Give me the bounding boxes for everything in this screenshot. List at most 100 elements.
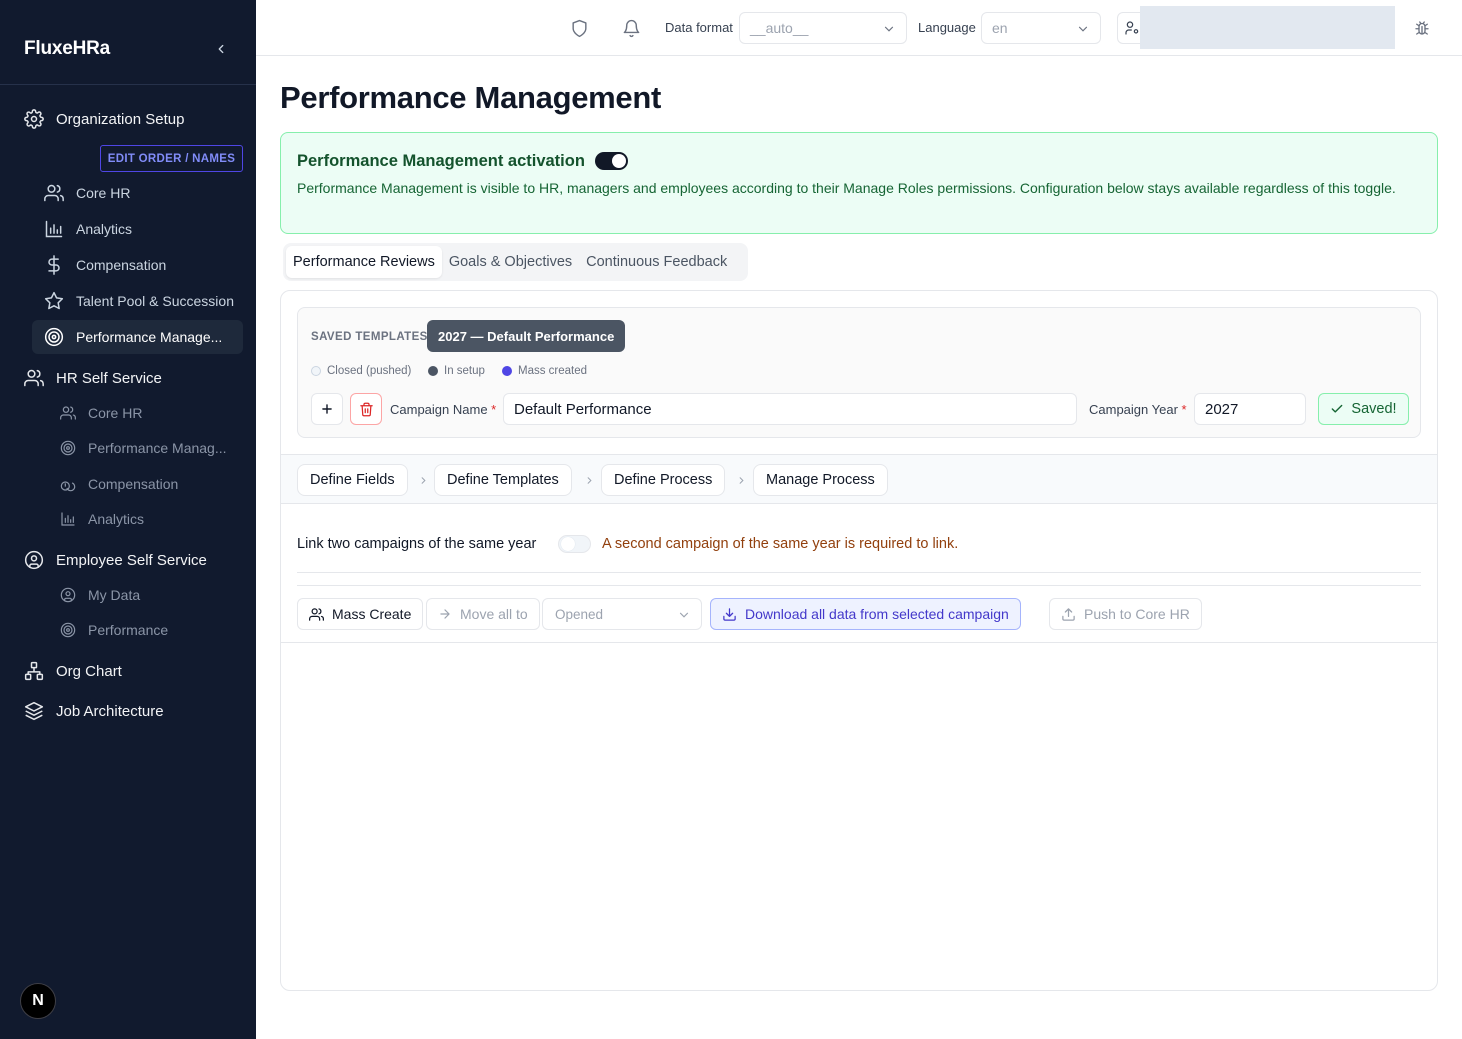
- user-settings-icon: [1125, 21, 1139, 35]
- sidebar-subitem-hr-compensation[interactable]: Compensation: [60, 473, 178, 495]
- security-button[interactable]: [568, 17, 590, 39]
- step-manage-process[interactable]: Manage Process: [753, 464, 888, 496]
- link-campaigns-label: Link two campaigns of the same year: [297, 536, 537, 552]
- process-steps: Define Fields Define Templates Define Pr…: [281, 454, 1437, 504]
- bell-icon: [623, 19, 639, 37]
- activation-description: Performance Management is visible to HR,…: [297, 180, 1396, 196]
- sidebar-subitem-ess-performance[interactable]: Performance: [60, 619, 168, 641]
- move-all-to-label: Move all to: [460, 606, 528, 622]
- status-select-value: Opened: [555, 606, 604, 622]
- step-define-fields[interactable]: Define Fields: [297, 464, 408, 496]
- sidebar-subitem-my-data[interactable]: My Data: [60, 584, 140, 606]
- topbar: Data format __auto__ Language en: [256, 0, 1462, 56]
- arrow-right-icon: [440, 609, 450, 619]
- legend-in-setup: In setup: [428, 365, 485, 377]
- org-chart-icon: [24, 661, 44, 681]
- page-title: Performance Management: [280, 80, 662, 115]
- sidebar-section-label: HR Self Service: [56, 369, 162, 387]
- layers-icon: [24, 701, 44, 721]
- sidebar: FluxeHRa Organization Setup EDIT ORDER /…: [0, 0, 256, 1039]
- language-select[interactable]: en: [981, 12, 1101, 44]
- saved-button[interactable]: Saved!: [1318, 393, 1409, 425]
- link-campaigns-toggle[interactable]: [558, 535, 591, 553]
- delete-template-button[interactable]: [350, 393, 382, 425]
- saved-label: Saved!: [1351, 401, 1397, 417]
- sidebar-divider: [0, 84, 256, 85]
- template-chip-selected[interactable]: 2027 — Default Performance: [427, 320, 626, 352]
- toggle-knob: [612, 154, 626, 168]
- dollar-icon: [48, 255, 60, 275]
- sidebar-item-label: Core HR: [88, 405, 143, 421]
- step-separator: [735, 473, 747, 487]
- campaign-year-input[interactable]: 2027: [1194, 393, 1306, 425]
- download-campaign-data-button[interactable]: Download all data from selected campaign: [710, 598, 1021, 630]
- sidebar-item-label: Compensation: [76, 257, 167, 273]
- legend-label: Mass created: [518, 365, 588, 377]
- activation-toggle[interactable]: [595, 152, 628, 170]
- campaign-name-label-text: Campaign Name: [390, 402, 488, 417]
- sidebar-section-employee-self-service[interactable]: Employee Self Service: [24, 548, 207, 572]
- chevron-left-icon: [218, 44, 224, 54]
- status-select[interactable]: Opened: [542, 598, 702, 630]
- chevron-right-icon: [421, 476, 426, 484]
- legend-dot-closed: [311, 366, 321, 376]
- mass-create-button[interactable]: Mass Create: [297, 598, 424, 630]
- sidebar-section-hr-self-service[interactable]: HR Self Service: [24, 366, 162, 390]
- sidebar-item-core-hr[interactable]: Core HR: [32, 176, 243, 210]
- users-icon: [24, 369, 44, 387]
- sidebar-item-label: Performance: [88, 622, 169, 638]
- step-define-process[interactable]: Define Process: [601, 464, 726, 496]
- campaign-name-input[interactable]: Default Performance: [503, 393, 1077, 425]
- bug-icon: [1415, 21, 1429, 35]
- sidebar-item-talent-pool[interactable]: Talent Pool & Succession: [32, 284, 243, 318]
- campaign-year-label: Campaign Year *: [1089, 402, 1187, 417]
- plus-icon: [322, 404, 332, 414]
- required-mark: *: [491, 402, 497, 417]
- data-format-select[interactable]: __auto__: [739, 12, 907, 44]
- chevron-right-icon: [587, 476, 592, 484]
- edit-order-names-button[interactable]: EDIT ORDER / NAMES: [100, 145, 243, 172]
- sidebar-section-organization-setup[interactable]: Organization Setup: [24, 107, 184, 131]
- chevron-down-icon: [679, 612, 689, 618]
- bar-chart-icon: [45, 220, 63, 238]
- sidebar-subitem-hr-performance[interactable]: Performance Manag...: [60, 437, 227, 459]
- sidebar-item-label: Analytics: [88, 511, 145, 527]
- sidebar-subitem-hr-analytics[interactable]: Analytics: [60, 508, 144, 530]
- module-tabs: Performance Reviews Goals & Objectives C…: [283, 243, 748, 281]
- sidebar-item-label: My Data: [88, 587, 141, 603]
- push-to-core-hr-button[interactable]: Push to Core HR: [1049, 598, 1202, 630]
- legend-closed: Closed (pushed): [311, 365, 411, 377]
- check-icon: [1332, 404, 1343, 413]
- tab-goals-objectives[interactable]: Goals & Objectives: [442, 246, 579, 278]
- collapse-sidebar-button[interactable]: [210, 38, 232, 60]
- sidebar-subitem-hr-core-hr[interactable]: Core HR: [60, 402, 142, 424]
- sidebar-item-analytics[interactable]: Analytics: [32, 212, 243, 246]
- users-icon: [44, 184, 64, 202]
- move-all-to-button[interactable]: Move all to: [426, 598, 540, 630]
- campaign-name-value: Default Performance: [514, 400, 652, 418]
- chevron-right-icon: [739, 476, 744, 484]
- step-define-templates[interactable]: Define Templates: [434, 464, 572, 496]
- bar-chart-icon: [61, 512, 75, 526]
- tab-performance-reviews[interactable]: Performance Reviews: [286, 246, 442, 278]
- tab-continuous-feedback[interactable]: Continuous Feedback: [579, 246, 734, 278]
- debug-button[interactable]: [1411, 17, 1433, 39]
- saved-templates-box: SAVED TEMPLATES 2027 — Default Performan…: [297, 307, 1421, 438]
- target-icon: [60, 622, 76, 638]
- sidebar-section-label: Job Architecture: [56, 702, 164, 720]
- shield-icon: [571, 19, 587, 37]
- add-template-button[interactable]: [311, 393, 343, 425]
- next-dev-badge[interactable]: N: [20, 983, 56, 1019]
- campaign-year-label-text: Campaign Year: [1089, 402, 1178, 417]
- language-value: en: [992, 20, 1008, 36]
- sidebar-item-performance-management[interactable]: Performance Manage...: [32, 320, 243, 354]
- chevron-down-icon: [884, 26, 894, 32]
- notifications-button[interactable]: [620, 17, 642, 39]
- sidebar-section-job-architecture[interactable]: Job Architecture: [24, 699, 164, 723]
- mass-create-label: Mass Create: [332, 606, 412, 622]
- sidebar-item-compensation[interactable]: Compensation: [32, 248, 243, 282]
- legend-label: In setup: [444, 365, 485, 377]
- step-separator: [417, 473, 429, 487]
- legend-label: Closed (pushed): [327, 365, 412, 377]
- sidebar-section-org-chart[interactable]: Org Chart: [24, 659, 122, 683]
